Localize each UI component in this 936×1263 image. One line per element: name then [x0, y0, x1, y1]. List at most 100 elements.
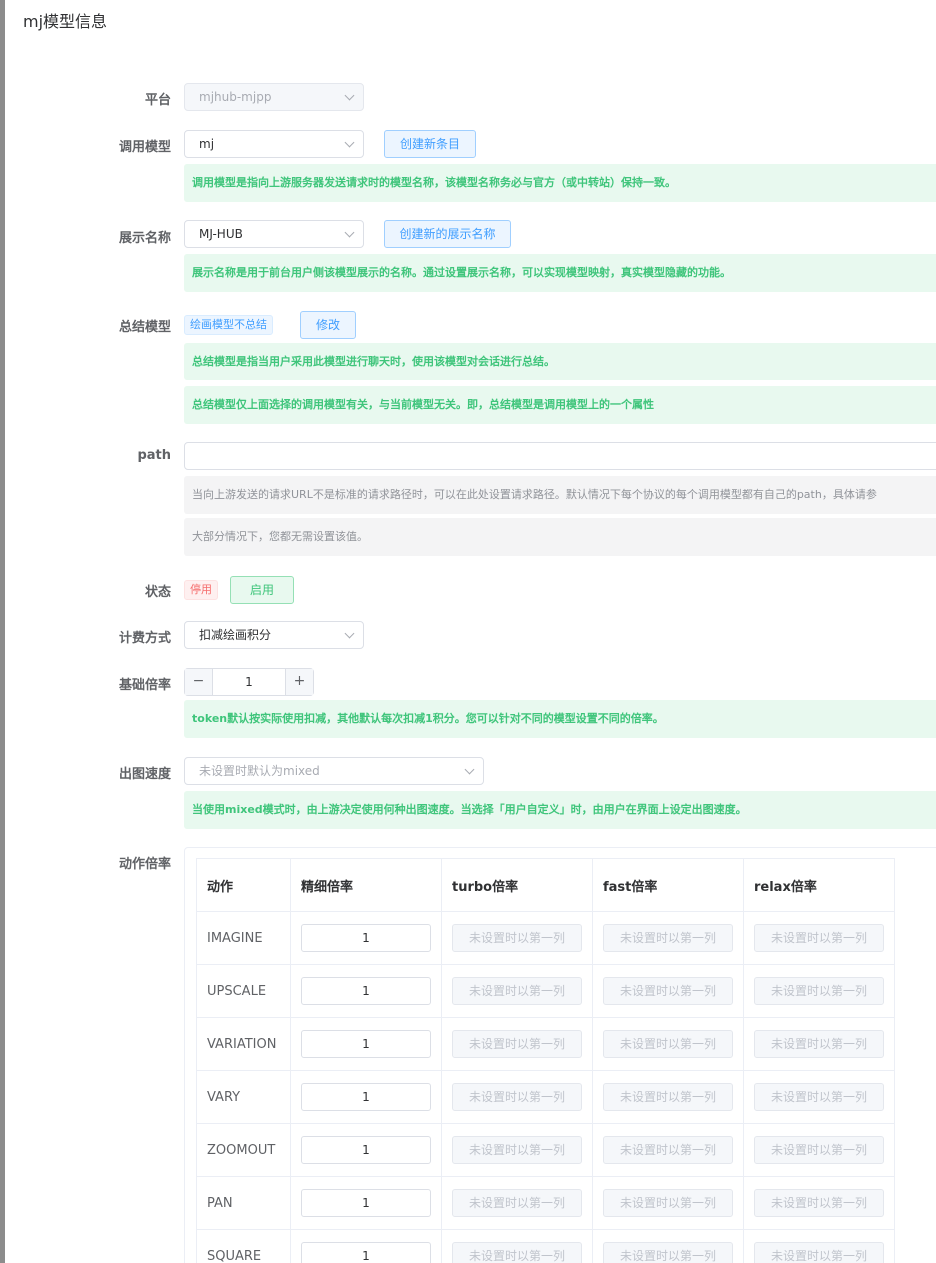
header-action: 动作: [196, 858, 291, 912]
fine-rate-input[interactable]: 1: [301, 1083, 431, 1111]
create-model-button[interactable]: 创建新条目: [384, 130, 476, 158]
increment-button[interactable]: +: [285, 669, 313, 695]
action-cell: IMAGINE: [196, 911, 291, 965]
relax-rate-input[interactable]: 未设置时以第一列: [754, 924, 884, 952]
fast-rate-input[interactable]: 未设置时以第一列: [603, 1030, 733, 1058]
turbo-rate-cell: 未设置时以第一列: [441, 1070, 593, 1124]
action-rate-label: 动作倍率: [118, 857, 171, 872]
billing-label: 计费方式: [118, 631, 171, 646]
chevron-down-icon: [344, 90, 355, 101]
action-rate-panel: 动作 精细倍率 turbo倍率 fast倍率 relax倍率 IMAGINE 1 未…: [184, 847, 936, 1263]
fine-rate-input[interactable]: 1: [301, 924, 431, 952]
platform-value: mjhub-mjpp: [199, 90, 272, 104]
path-label: path: [137, 448, 171, 463]
relax-rate-input[interactable]: 未设置时以第一列: [754, 1242, 884, 1263]
path-hint-1: 当向上游发送的请求URL不是标准的请求路径时，可以在此处设置请求路径。默认情况下…: [184, 476, 936, 514]
turbo-rate-input[interactable]: 未设置时以第一列: [452, 1242, 582, 1263]
turbo-rate-input[interactable]: 未设置时以第一列: [452, 1189, 582, 1217]
fine-rate-cell: 1: [290, 1229, 442, 1263]
summary-model-tag: 绘画模型不总结: [184, 315, 273, 335]
table-row: SQUARE 1 未设置时以第一列 未设置时以第一列 未设置时以第一列: [196, 1229, 895, 1263]
relax-rate-cell: 未设置时以第一列: [743, 964, 895, 1018]
turbo-rate-input[interactable]: 未设置时以第一列: [452, 1083, 582, 1111]
relax-rate-input[interactable]: 未设置时以第一列: [754, 1030, 884, 1058]
fast-rate-input[interactable]: 未设置时以第一列: [603, 1242, 733, 1263]
fine-rate-input[interactable]: 1: [301, 1189, 431, 1217]
base-rate-value[interactable]: 1: [213, 669, 285, 695]
fast-rate-cell: 未设置时以第一列: [592, 1176, 744, 1230]
display-name-select[interactable]: MJ-HUB: [184, 220, 364, 248]
model-label: 调用模型: [118, 140, 171, 155]
relax-rate-cell: 未设置时以第一列: [743, 1070, 895, 1124]
table-row: PAN 1 未设置时以第一列 未设置时以第一列 未设置时以第一列: [196, 1176, 895, 1230]
table-row: IMAGINE 1 未设置时以第一列 未设置时以第一列 未设置时以第一列: [196, 911, 895, 965]
relax-rate-cell: 未设置时以第一列: [743, 1017, 895, 1071]
decrement-button[interactable]: −: [185, 669, 213, 695]
speed-select[interactable]: 未设置时默认为mixed: [184, 757, 484, 785]
fine-rate-cell: 1: [290, 1070, 442, 1124]
chevron-down-icon: [344, 628, 355, 639]
edit-summary-model-button[interactable]: 修改: [300, 311, 356, 339]
speed-placeholder: 未设置时默认为mixed: [199, 764, 320, 778]
fast-rate-cell: 未设置时以第一列: [592, 911, 744, 965]
action-cell: PAN: [196, 1176, 291, 1230]
turbo-rate-cell: 未设置时以第一列: [441, 1176, 593, 1230]
billing-value: 扣减绘画积分: [199, 628, 272, 642]
fine-rate-input[interactable]: 1: [301, 977, 431, 1005]
speed-label: 出图速度: [118, 767, 171, 782]
fine-rate-cell: 1: [290, 964, 442, 1018]
relax-rate-input[interactable]: 未设置时以第一列: [754, 1083, 884, 1111]
fast-rate-cell: 未设置时以第一列: [592, 964, 744, 1018]
relax-rate-input[interactable]: 未设置时以第一列: [754, 1136, 884, 1164]
path-hint-2: 大部分情况下，您都无需设置该值。: [184, 518, 936, 556]
enable-button[interactable]: 启用: [230, 576, 294, 604]
header-turbo: turbo倍率: [441, 858, 593, 912]
fast-rate-input[interactable]: 未设置时以第一列: [603, 1189, 733, 1217]
action-cell: UPSCALE: [196, 964, 291, 1018]
chevron-down-icon: [344, 137, 355, 148]
model-hint: 调用模型是指向上游服务器发送请求时的模型名称，该模型名称务必与官方（或中转站）保…: [184, 164, 936, 202]
billing-select[interactable]: 扣减绘画积分: [184, 621, 364, 649]
fast-rate-cell: 未设置时以第一列: [592, 1017, 744, 1071]
fine-rate-cell: 1: [290, 1123, 442, 1177]
turbo-rate-cell: 未设置时以第一列: [441, 964, 593, 1018]
fine-rate-cell: 1: [290, 1176, 442, 1230]
action-rate-table: 动作 精细倍率 turbo倍率 fast倍率 relax倍率 IMAGINE 1 未…: [196, 858, 895, 1263]
fast-rate-input[interactable]: 未设置时以第一列: [603, 1083, 733, 1111]
platform-select: mjhub-mjpp: [184, 83, 364, 111]
fine-rate-cell: 1: [290, 911, 442, 965]
fine-rate-input[interactable]: 1: [301, 1136, 431, 1164]
relax-rate-cell: 未设置时以第一列: [743, 1229, 895, 1263]
create-display-name-button[interactable]: 创建新的展示名称: [384, 220, 511, 248]
speed-hint: 当使用mixed模式时，由上游决定使用何种出图速度。当选择「用户自定义」时，由用…: [184, 791, 936, 829]
chevron-down-icon: [464, 764, 475, 775]
relax-rate-input[interactable]: 未设置时以第一列: [754, 977, 884, 1005]
chevron-down-icon: [344, 227, 355, 238]
base-rate-stepper[interactable]: − 1 +: [184, 668, 314, 696]
fast-rate-cell: 未设置时以第一列: [592, 1070, 744, 1124]
path-input[interactable]: [184, 442, 936, 470]
fast-rate-input[interactable]: 未设置时以第一列: [603, 977, 733, 1005]
turbo-rate-input[interactable]: 未设置时以第一列: [452, 924, 582, 952]
turbo-rate-input[interactable]: 未设置时以第一列: [452, 1030, 582, 1058]
model-select[interactable]: mj: [184, 130, 364, 158]
fast-rate-input[interactable]: 未设置时以第一列: [603, 924, 733, 952]
summary-model-hint-1: 总结模型是指当用户采用此模型进行聊天时，使用该模型对会话进行总结。: [184, 343, 936, 380]
display-name-hint: 展示名称是用于前台用户侧该模型展示的名称。通过设置展示名称，可以实现模型映射，真…: [184, 254, 936, 292]
table-row: VARIATION 1 未设置时以第一列 未设置时以第一列 未设置时以第一列: [196, 1017, 895, 1071]
relax-rate-input[interactable]: 未设置时以第一列: [754, 1189, 884, 1217]
fast-rate-cell: 未设置时以第一列: [592, 1229, 744, 1263]
summary-model-label: 总结模型: [118, 320, 171, 335]
table-header-row: 动作 精细倍率 turbo倍率 fast倍率 relax倍率: [196, 858, 895, 912]
fine-rate-input[interactable]: 1: [301, 1242, 431, 1263]
left-border: [0, 0, 5, 1263]
status-label: 状态: [144, 585, 171, 600]
relax-rate-cell: 未设置时以第一列: [743, 1176, 895, 1230]
action-cell: SQUARE: [196, 1229, 291, 1263]
fast-rate-input[interactable]: 未设置时以第一列: [603, 1136, 733, 1164]
fine-rate-input[interactable]: 1: [301, 1030, 431, 1058]
turbo-rate-input[interactable]: 未设置时以第一列: [452, 1136, 582, 1164]
turbo-rate-input[interactable]: 未设置时以第一列: [452, 977, 582, 1005]
turbo-rate-cell: 未设置时以第一列: [441, 1229, 593, 1263]
status-disabled-tag: 停用: [184, 580, 218, 600]
